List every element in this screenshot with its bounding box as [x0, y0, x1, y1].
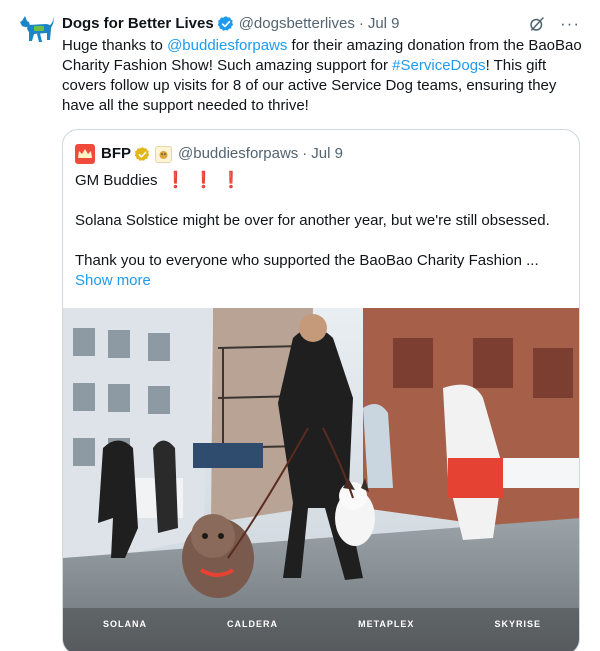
tweet-header: Dogs for Better Lives @dogsbetterlives ·… [62, 14, 580, 34]
hashtag-link[interactable]: #ServiceDogs [392, 57, 485, 74]
quoted-paragraph-3: Thank you to everyone who supported the … [75, 252, 539, 269]
show-more-link[interactable]: Show more [75, 271, 569, 291]
author-name[interactable]: Dogs for Better Lives [62, 14, 214, 34]
quoted-separator-dot: · [302, 145, 308, 162]
gold-verified-badge-icon[interactable] [134, 146, 151, 163]
quoted-media-photo[interactable]: SOLANA CALDERA METAPLEX SKYRISE [63, 308, 579, 651]
event-photo [63, 308, 579, 651]
quoted-line-1: GM Buddies ❗ ❗ ❗ [75, 171, 569, 191]
tweet-card[interactable]: Dogs for Better Lives @dogsbetterlives ·… [0, 0, 600, 651]
tweet-text-part1: Huge thanks to [62, 37, 168, 54]
tweet-date[interactable]: Jul 9 [368, 14, 400, 34]
sponsor-logo: METAPLEX [358, 619, 415, 629]
header-actions: ··· [528, 14, 580, 34]
quoted-paragraph-2: Solana Solstice might be over for anothe… [75, 212, 550, 229]
affiliate-dog-icon [159, 150, 168, 159]
sponsor-logo: SKYRISE [494, 619, 541, 629]
verified-badge-icon[interactable] [217, 15, 235, 33]
exclamation-emoji: ❗ [193, 172, 214, 189]
author-handle[interactable]: @dogsbetterlives [239, 14, 355, 34]
mention-link[interactable]: @buddiesforpaws [167, 37, 287, 54]
quoted-tweet-text: GM Buddies ❗ ❗ ❗ Solana Solstice might b… [75, 171, 569, 291]
quoted-tweet-header: BFP @buddiesforpaws · Jul 9 [75, 144, 343, 164]
dog-logo-avatar[interactable] [16, 12, 56, 52]
sponsor-logo: CALDERA [227, 619, 279, 629]
sponsor-banner: SOLANA CALDERA METAPLEX SKYRISE [63, 613, 579, 635]
sponsor-logo: SOLANA [103, 619, 148, 629]
bfp-logo-avatar[interactable] [75, 144, 95, 164]
more-options-icon[interactable]: ··· [560, 14, 580, 34]
quoted-author-handle[interactable]: @buddiesforpaws [178, 144, 298, 164]
exclamation-emoji: ❗ [165, 172, 186, 189]
greeting-text: GM Buddies [75, 172, 158, 189]
quoted-author-name[interactable]: BFP [101, 144, 131, 164]
grok-icon[interactable] [528, 15, 546, 33]
affiliate-badge-icon[interactable] [155, 145, 172, 163]
tweet-text: Huge thanks to @buddiesforpaws for their… [62, 36, 582, 116]
exclamation-emoji: ❗ [221, 172, 242, 189]
crown-icon [78, 149, 92, 158]
separator-dot: · [358, 15, 364, 32]
quoted-tweet[interactable]: BFP @buddiesforpaws · Jul 9 GM Buddies ❗… [62, 129, 580, 651]
quoted-tweet-date[interactable]: Jul 9 [311, 144, 343, 164]
